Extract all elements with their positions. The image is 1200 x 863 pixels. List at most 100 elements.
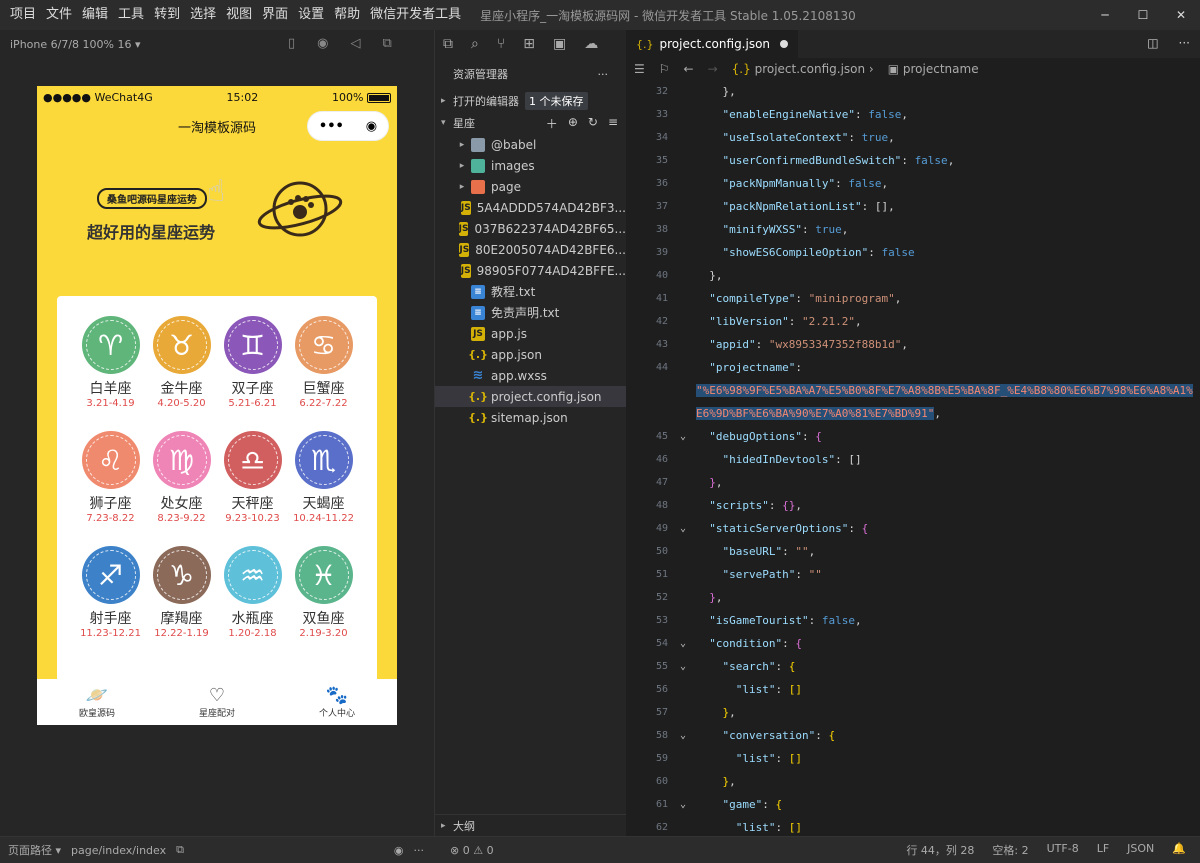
zodiac-item[interactable]: ♈ 白羊座 3.21-4.19: [75, 316, 146, 409]
menu-item[interactable]: 帮助: [329, 0, 365, 30]
tab-project-config[interactable]: {.} project.config.json: [626, 30, 799, 58]
minimize-icon[interactable]: ─: [1086, 0, 1124, 30]
code-line[interactable]: 62 "list": []: [626, 816, 1200, 836]
code-line[interactable]: 56 "list": []: [626, 678, 1200, 701]
code-line[interactable]: 59 "list": []: [626, 747, 1200, 770]
back-icon[interactable]: ←: [684, 62, 694, 76]
code-line[interactable]: E6%9D%BF%E6%BA%90%E7%A0%81%E7%BD%91",: [626, 402, 1200, 425]
code-line[interactable]: 33 "enableEngineNative": false,: [626, 103, 1200, 126]
file-item[interactable]: {.} project.config.json: [435, 386, 626, 407]
code-line[interactable]: 46 "hidedInDevtools": []: [626, 448, 1200, 471]
menu-item[interactable]: 视图: [221, 0, 257, 30]
new-folder-icon[interactable]: ⊕: [568, 115, 578, 132]
file-item[interactable]: {.} sitemap.json: [435, 407, 626, 428]
breadcrumb-file[interactable]: {.} project.config.json ›: [732, 62, 874, 76]
code-line[interactable]: 58 ⌄ "conversation": {: [626, 724, 1200, 747]
code-line[interactable]: 39 "showES6CompileOption": false: [626, 241, 1200, 264]
list-icon[interactable]: ☰: [634, 62, 645, 76]
zodiac-item[interactable]: ♐ 射手座 11.23-12.21: [75, 546, 146, 639]
close-circle-icon[interactable]: ◉: [366, 119, 377, 134]
file-item[interactable]: ≡ 免责声明.txt: [435, 302, 626, 323]
code-line[interactable]: 48 "scripts": {},: [626, 494, 1200, 517]
code-line[interactable]: 57 },: [626, 701, 1200, 724]
zodiac-item[interactable]: ♎ 天秤座 9.23-10.23: [217, 431, 288, 524]
tab-item[interactable]: 🐾 个人中心: [277, 679, 397, 725]
code-line[interactable]: 45 ⌄ "debugOptions": {: [626, 425, 1200, 448]
zodiac-item[interactable]: ♑ 摩羯座 12.22-1.19: [146, 546, 217, 639]
menu-item[interactable]: 文件: [41, 0, 77, 30]
record-icon[interactable]: ◉: [317, 36, 328, 51]
code-line[interactable]: 60 },: [626, 770, 1200, 793]
search-icon[interactable]: ⌕: [471, 36, 479, 52]
indentation[interactable]: 空格: 2: [992, 842, 1028, 858]
menu-item[interactable]: 设置: [293, 0, 329, 30]
outline-section[interactable]: ▸ 大纲: [435, 814, 627, 836]
menu-item[interactable]: 工具: [113, 0, 149, 30]
zodiac-item[interactable]: ♋ 巨蟹座 6.22-7.22: [288, 316, 359, 409]
file-item[interactable]: {.} app.json: [435, 344, 626, 365]
git-icon[interactable]: ⑂: [497, 36, 505, 52]
code-line[interactable]: 35 "userConfirmedBundleSwitch": false,: [626, 149, 1200, 172]
preview-eye-icon[interactable]: ◉: [394, 844, 404, 857]
code-line[interactable]: 34 "useIsolateContext": true,: [626, 126, 1200, 149]
file-item[interactable]: JS app.js: [435, 323, 626, 344]
menu-item[interactable]: 项目: [0, 0, 41, 30]
debug-icon[interactable]: ▣: [553, 36, 566, 52]
more-actions-icon[interactable]: ···: [1179, 36, 1190, 50]
copy-icon[interactable]: ⧉: [176, 843, 184, 857]
file-item[interactable]: JS 80E2005074AD42BFE6...: [435, 239, 626, 260]
bookmark-icon[interactable]: ⚐: [659, 62, 670, 76]
zodiac-item[interactable]: ♊ 双子座 5.21-6.21: [217, 316, 288, 409]
fold-icon[interactable]: ⌄: [670, 730, 696, 741]
menu-item[interactable]: 选择: [185, 0, 221, 30]
file-item[interactable]: ▸ @babel: [435, 134, 626, 155]
code-line[interactable]: 38 "minifyWXSS": true,: [626, 218, 1200, 241]
code-line[interactable]: 54 ⌄ "condition": {: [626, 632, 1200, 655]
split-editor-icon[interactable]: ◫: [1147, 36, 1158, 50]
collapse-all-icon[interactable]: ≡: [608, 115, 618, 132]
bell-icon[interactable]: 🔔: [1172, 842, 1186, 858]
explorer-more-icon[interactable]: ···: [598, 68, 609, 81]
forward-icon[interactable]: →: [708, 62, 718, 76]
phone-icon[interactable]: ▯: [288, 36, 295, 51]
problems-indicator[interactable]: ⊗ 0 ⚠ 0: [434, 844, 494, 857]
tab-item[interactable]: ♡ 星座配对: [157, 679, 277, 725]
zodiac-item[interactable]: ♍ 处女座 8.23-9.22: [146, 431, 217, 524]
project-section[interactable]: ▾ 星座 ＋ ⊕ ↻ ≡: [435, 112, 626, 134]
menu-item[interactable]: 界面: [257, 0, 293, 30]
code-line[interactable]: "%E6%98%9F%E5%BA%A7%E5%B0%8F%E7%A8%8B%E5…: [626, 379, 1200, 402]
code-line[interactable]: 49 ⌄ "staticServerOptions": {: [626, 517, 1200, 540]
capsule-button[interactable]: ••• ◉: [307, 111, 389, 141]
file-item[interactable]: ≋ app.wxss: [435, 365, 626, 386]
sound-icon[interactable]: ◁: [351, 36, 361, 51]
code-line[interactable]: 36 "packNpmManually": false,: [626, 172, 1200, 195]
menu-item[interactable]: 转到: [149, 0, 185, 30]
code-line[interactable]: 47 },: [626, 471, 1200, 494]
fold-icon[interactable]: ⌄: [670, 799, 696, 810]
maximize-icon[interactable]: ☐: [1124, 0, 1162, 30]
open-editors-section[interactable]: ▸ 打开的编辑器 1 个未保存: [435, 90, 626, 112]
code-line[interactable]: 37 "packNpmRelationList": [],: [626, 195, 1200, 218]
code-line[interactable]: 50 "baseURL": "",: [626, 540, 1200, 563]
code-line[interactable]: 61 ⌄ "game": {: [626, 793, 1200, 816]
breadcrumb-key[interactable]: ▣ projectname: [888, 62, 979, 76]
refresh-icon[interactable]: ↻: [588, 115, 598, 132]
zodiac-item[interactable]: ♉ 金牛座 4.20-5.20: [146, 316, 217, 409]
code-line[interactable]: 42 "libVersion": "2.21.2",: [626, 310, 1200, 333]
file-item[interactable]: ▸ page: [435, 176, 626, 197]
popout-icon[interactable]: ⧉: [383, 36, 392, 51]
files-icon[interactable]: ⧉: [443, 36, 453, 52]
code-line[interactable]: 40 },: [626, 264, 1200, 287]
menu-item[interactable]: 微信开发者工具: [365, 0, 466, 30]
code-line[interactable]: 41 "compileType": "miniprogram",: [626, 287, 1200, 310]
code-line[interactable]: 32 },: [626, 80, 1200, 103]
cursor-position[interactable]: 行 44，列 28: [906, 842, 974, 858]
line-ending[interactable]: LF: [1097, 842, 1109, 858]
fold-icon[interactable]: ⌄: [670, 523, 696, 534]
file-item[interactable]: JS 98905F0774AD42BFFE...: [435, 260, 626, 281]
cloud-icon[interactable]: ☁: [584, 36, 598, 52]
code-line[interactable]: 44 "projectname":: [626, 356, 1200, 379]
file-item[interactable]: ≡ 教程.txt: [435, 281, 626, 302]
code-line[interactable]: 51 "servePath": "": [626, 563, 1200, 586]
new-file-icon[interactable]: ＋: [546, 115, 558, 132]
